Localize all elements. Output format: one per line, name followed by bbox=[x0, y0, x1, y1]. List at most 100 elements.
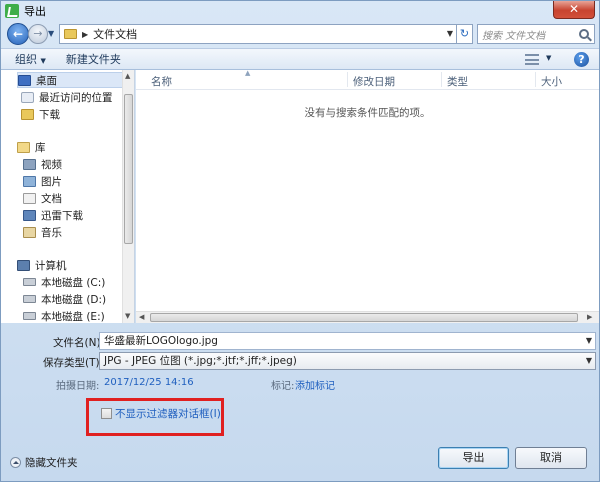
nav-item-label: 图片 bbox=[41, 175, 62, 188]
nav-item-label: 迅雷下载 bbox=[41, 209, 83, 222]
pictures-icon bbox=[23, 175, 36, 187]
chevron-down-icon[interactable]: ▼ bbox=[586, 353, 592, 369]
chevron-down-icon[interactable]: ▼ bbox=[586, 333, 592, 349]
filename-input[interactable]: 华盛最新LOGOlogo.jpg ▼ bbox=[99, 332, 596, 350]
breadcrumb-chevron-icon[interactable]: ▶ bbox=[82, 30, 88, 39]
hide-filter-dialog-checkbox[interactable] bbox=[101, 408, 112, 419]
nav-item-label: 计算机 bbox=[35, 259, 67, 272]
nav-item-pictures[interactable]: 图片 bbox=[23, 173, 62, 189]
new-folder-button[interactable]: 新建文件夹 bbox=[60, 51, 127, 67]
recent-places-icon bbox=[21, 91, 34, 103]
nav-item-downloads[interactable]: 下载 bbox=[21, 106, 60, 122]
nav-item-label: 本地磁盘 (E:) bbox=[41, 310, 105, 323]
column-divider[interactable] bbox=[347, 72, 348, 87]
recent-pages-dropdown[interactable]: ▼ bbox=[48, 29, 56, 38]
nav-item-label: 库 bbox=[35, 141, 46, 154]
nav-item-label: 音乐 bbox=[41, 226, 62, 239]
music-icon bbox=[23, 226, 36, 238]
column-modified[interactable]: 修改日期 bbox=[353, 74, 395, 89]
library-icon bbox=[17, 141, 30, 153]
videos-icon bbox=[23, 158, 36, 170]
forward-button[interactable]: → bbox=[28, 24, 48, 44]
close-button[interactable]: ✕ bbox=[553, 1, 595, 19]
nav-item-library[interactable]: 库 bbox=[17, 139, 46, 155]
nav-item-disk-c[interactable]: 本地磁盘 (C:) bbox=[23, 274, 105, 290]
hide-folders-toggle[interactable]: 隐藏文件夹 bbox=[10, 455, 78, 470]
disk-icon bbox=[23, 295, 36, 303]
date-label: 拍摄日期: bbox=[56, 381, 100, 392]
title-bar: 导出 ✕ bbox=[1, 1, 599, 21]
chevron-down-icon: ▼ bbox=[40, 57, 46, 65]
nav-scrollbar[interactable]: ▲ ▼ bbox=[122, 70, 134, 323]
nav-item-documents[interactable]: 文档 bbox=[23, 190, 62, 206]
column-type[interactable]: 类型 bbox=[447, 74, 468, 89]
scroll-right-icon[interactable]: ▶ bbox=[587, 313, 592, 321]
export-dialog: 导出 ✕ ← → ▼ ▶ 文件文档 ▼ ↻ 搜索 文件文档 组织 ▼ 新建文件夹… bbox=[0, 0, 600, 482]
address-bar[interactable]: ▶ 文件文档 ▼ bbox=[59, 24, 457, 44]
scroll-left-icon[interactable]: ◀ bbox=[139, 313, 144, 321]
navigation-pane: 桌面 最近访问的位置 下载 库 视频 图片 文档 迅雷下载 音乐 计算机 本地磁… bbox=[1, 70, 135, 323]
address-row: ← → ▼ ▶ 文件文档 ▼ ↻ 搜索 文件文档 bbox=[1, 21, 599, 47]
hide-folders-label: 隐藏文件夹 bbox=[25, 457, 78, 469]
date-value[interactable]: 2017/12/25 14:16 bbox=[104, 377, 194, 388]
address-dropdown-icon[interactable]: ▼ bbox=[447, 29, 453, 38]
back-button[interactable]: ← bbox=[7, 23, 29, 45]
desktop-icon bbox=[18, 74, 31, 86]
view-dropdown-icon[interactable]: ▼ bbox=[546, 54, 551, 62]
filename-label: 文件名(N): bbox=[53, 337, 105, 349]
disk-icon bbox=[23, 312, 36, 320]
thunder-download-icon bbox=[23, 209, 36, 221]
nav-item-label: 下载 bbox=[39, 108, 60, 121]
nav-item-desktop[interactable]: 桌面 bbox=[17, 72, 134, 88]
window-title: 导出 bbox=[24, 5, 46, 18]
scroll-up-icon[interactable]: ▲ bbox=[125, 72, 130, 80]
folder-icon bbox=[64, 29, 77, 39]
nav-item-thunder[interactable]: 迅雷下载 bbox=[23, 207, 83, 223]
column-size[interactable]: 大小 bbox=[541, 74, 562, 89]
nav-item-videos[interactable]: 视频 bbox=[23, 156, 62, 172]
column-divider[interactable] bbox=[535, 72, 536, 87]
column-divider[interactable] bbox=[441, 72, 442, 87]
nav-item-label: 本地磁盘 (C:) bbox=[41, 276, 106, 289]
nav-item-label: 文档 bbox=[41, 192, 62, 205]
nav-item-disk-e[interactable]: 本地磁盘 (E:) bbox=[23, 308, 105, 323]
disk-icon bbox=[23, 278, 36, 286]
file-list: ▲ 名称 修改日期 类型 大小 没有与搜索条件匹配的项。 ◀ ▶ bbox=[136, 69, 599, 323]
filetype-select[interactable]: JPG - JPEG 位图 (*.jpg;*.jtf;*.jff;*.jpeg)… bbox=[99, 352, 596, 370]
search-icon[interactable] bbox=[579, 29, 589, 39]
scrollbar-thumb[interactable] bbox=[150, 313, 578, 322]
horizontal-scrollbar[interactable]: ◀ ▶ bbox=[136, 311, 599, 323]
nav-item-label: 桌面 bbox=[36, 74, 57, 87]
collapse-icon bbox=[10, 457, 21, 468]
documents-icon bbox=[23, 192, 36, 204]
nav-item-computer[interactable]: 计算机 bbox=[17, 257, 67, 273]
hide-filter-dialog-label[interactable]: 不显示过滤器对话框(I) bbox=[115, 406, 221, 421]
breadcrumb-item[interactable]: 文件文档 bbox=[93, 26, 137, 42]
refresh-icon[interactable]: ↻ bbox=[457, 24, 473, 44]
nav-item-music[interactable]: 音乐 bbox=[23, 224, 62, 240]
scroll-down-icon[interactable]: ▼ bbox=[125, 312, 130, 320]
scrollbar-thumb[interactable] bbox=[124, 94, 133, 244]
search-placeholder: 搜索 文件文档 bbox=[482, 30, 546, 42]
help-icon[interactable]: ? bbox=[574, 52, 589, 67]
organize-button[interactable]: 组织 ▼ bbox=[9, 51, 52, 67]
cancel-button[interactable]: 取消 bbox=[515, 447, 587, 469]
nav-item-disk-d[interactable]: 本地磁盘 (D:) bbox=[23, 291, 106, 307]
view-options-icon[interactable] bbox=[525, 54, 539, 65]
nav-item-recent[interactable]: 最近访问的位置 bbox=[21, 89, 113, 105]
column-name[interactable]: 名称 bbox=[151, 74, 172, 89]
column-header-row: ▲ 名称 修改日期 类型 大小 bbox=[136, 69, 599, 90]
nav-item-label: 视频 bbox=[41, 158, 62, 171]
nav-item-label: 本地磁盘 (D:) bbox=[41, 293, 107, 306]
computer-icon bbox=[17, 259, 30, 271]
downloads-folder-icon bbox=[21, 108, 34, 120]
nav-item-label: 最近访问的位置 bbox=[39, 91, 113, 104]
filename-value: 华盛最新LOGOlogo.jpg bbox=[104, 335, 218, 347]
tag-label: 标记: bbox=[271, 381, 295, 392]
sort-indicator-icon: ▲ bbox=[245, 69, 251, 77]
toolbar: 组织 ▼ 新建文件夹 ▼ ? bbox=[1, 48, 599, 70]
export-button[interactable]: 导出 bbox=[438, 447, 509, 469]
add-tag-link[interactable]: 添加标记 bbox=[295, 377, 335, 392]
filetype-label: 保存类型(T): bbox=[43, 357, 104, 369]
search-input[interactable]: 搜索 文件文档 bbox=[477, 24, 595, 44]
